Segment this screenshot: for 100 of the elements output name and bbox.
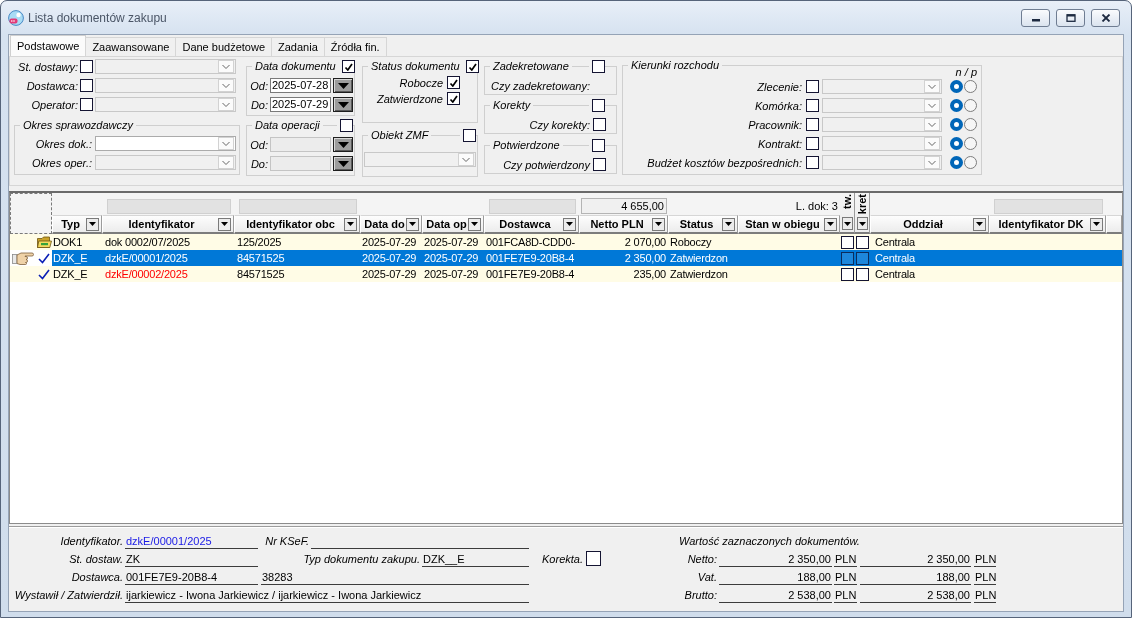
column-menu-button[interactable]: [86, 217, 99, 231]
column-menu-button[interactable]: [973, 217, 986, 231]
group-title: Potwierdzone: [490, 139, 563, 152]
filter-field[interactable]: [994, 199, 1103, 214]
table-cell-text: Zatwierdzon: [669, 251, 729, 266]
checkbox[interactable]: [593, 118, 606, 131]
field-label: Netto:: [687, 553, 717, 567]
table-cell-text: Roboczy: [669, 235, 713, 250]
filter-field[interactable]: [107, 199, 231, 214]
column-header[interactable]: Netto PLN: [579, 215, 668, 234]
folder-icon: [36, 236, 52, 248]
field-label: Brutto:: [684, 589, 717, 603]
checkbox[interactable]: [586, 551, 601, 566]
column-menu-button[interactable]: [824, 217, 837, 231]
checkbox[interactable]: [592, 139, 605, 152]
field-label: Kontrakt:: [757, 137, 802, 150]
column-header[interactable]: Stan w obiegu: [738, 215, 840, 234]
checkbox[interactable]: [593, 158, 606, 171]
check-icon: [38, 268, 50, 280]
field-label: Identyfikator.: [60, 535, 123, 549]
column-header[interactable]: Oddział: [870, 215, 989, 234]
field-label: Komórka:: [754, 99, 802, 112]
table-row[interactable]: DZK_E dzkE/00002/2025 84571525 2025-07-29 2025-07-29 001FE7E9-20B8-4 235,00 Zatwierdzon Centrala: [10, 266, 1122, 282]
checkbox[interactable]: [447, 92, 460, 105]
group-title: Data operacji: [252, 119, 323, 132]
column-menu-button[interactable]: [722, 217, 735, 231]
field-label: Operator:: [31, 98, 78, 111]
column-header[interactable]: Identyfikator DK: [989, 215, 1106, 234]
column-header[interactable]: Status: [668, 215, 738, 234]
column-menu-button[interactable]: [1090, 217, 1103, 231]
triangle-down-icon: [725, 222, 732, 226]
filter-field[interactable]: [239, 199, 357, 214]
field-label: Zatwierdzone: [376, 92, 443, 105]
field-label: St. dostaw.: [69, 553, 123, 567]
filter-field[interactable]: [489, 199, 576, 214]
column-header[interactable]: Data do: [360, 215, 422, 234]
field-label: St. dostawy:: [18, 60, 78, 73]
table-row[interactable]: DOK1 dok 0002/07/2025 125/2025 2025-07-29 2025-07-29 001FCA8D-CDD0- 2 070,00 Roboczy Centrala: [10, 234, 1122, 250]
table-row[interactable]: DZK_E dzkE/00001/2025 84571525 2025-07-29 2025-07-29 001FE7E9-20B8-4 2 350,00 Zatwierdzon Centrala: [10, 250, 1122, 266]
checkbox[interactable]: [841, 251, 854, 265]
column-header[interactable]: Typ: [52, 215, 102, 234]
date-field[interactable]: 2025-07-28: [270, 78, 331, 93]
checkbox[interactable]: [841, 267, 854, 281]
column-menu-button[interactable]: [856, 217, 868, 230]
column-header[interactable]: Identyfikator obc: [234, 215, 360, 234]
date-picker-button[interactable]: [333, 137, 353, 152]
group-title: Korekty: [490, 99, 534, 112]
date-picker-button[interactable]: [333, 97, 353, 112]
chevron-down-icon: [218, 79, 234, 92]
checkbox[interactable]: [841, 235, 854, 249]
field-label: Od:: [250, 138, 268, 151]
checkbox[interactable]: [340, 119, 353, 132]
triangle-down-icon: [347, 222, 354, 226]
column-menu-button[interactable]: [563, 217, 576, 231]
table-cell-text: dzkE/00001/2025: [104, 251, 189, 266]
field-label: Dostawca:: [26, 79, 78, 92]
column-menu-button[interactable]: [652, 217, 665, 231]
tab[interactable]: Źródła fin.: [323, 37, 387, 56]
value-field: 2 350,00: [860, 551, 971, 567]
column-header[interactable]: tw.: [840, 193, 855, 234]
column-header[interactable]: Identyfikator: [102, 215, 234, 234]
value-field: ijarkiewicz - Iwona Jarkiewicz / ijarkiewicz - Iwona Jarkiewicz: [125, 587, 529, 603]
column-header[interactable]: kret: [855, 193, 870, 234]
checkbox[interactable]: [856, 251, 869, 265]
value-field: 2 350,00: [719, 551, 832, 567]
value-field: 38283: [261, 569, 529, 585]
table-cell-text: DOK1: [52, 235, 84, 250]
close-button[interactable]: [1091, 8, 1120, 27]
table-cell-text: 2025-07-29: [423, 267, 480, 282]
checkbox[interactable]: [592, 99, 605, 112]
triangle-down-icon: [471, 222, 478, 226]
column-menu-button[interactable]: [841, 217, 853, 230]
currency-field: PLN: [834, 587, 857, 603]
column-menu-button[interactable]: [406, 217, 419, 231]
column-header[interactable]: Dostawca: [484, 215, 579, 234]
date-field[interactable]: 2025-07-29: [270, 97, 331, 112]
chevron-down-icon: [458, 153, 474, 166]
maximize-button[interactable]: [1056, 8, 1085, 27]
chevron-down-icon: [218, 60, 234, 73]
checkbox[interactable]: [856, 267, 869, 281]
checkbox[interactable]: [856, 235, 869, 249]
dropdown-field[interactable]: [95, 136, 236, 151]
date-picker-button[interactable]: [333, 156, 353, 171]
checkbox[interactable]: [341, 60, 355, 73]
column-menu-button[interactable]: [218, 217, 231, 231]
identifier-link[interactable]: dzkE/00001/2025: [125, 533, 258, 549]
checkbox[interactable]: [447, 76, 460, 89]
checkbox[interactable]: [465, 60, 479, 73]
tab[interactable]: Podstawowe: [10, 35, 87, 56]
triangle-down-icon: [337, 101, 349, 108]
column-header[interactable]: [1106, 215, 1122, 234]
column-header[interactable]: Data op: [422, 215, 484, 234]
tab[interactable]: Zaawansowane: [85, 37, 177, 56]
field-label: Czy potwierdzony: [503, 158, 590, 171]
column-menu-button[interactable]: [468, 217, 481, 231]
column-menu-button[interactable]: [344, 217, 357, 231]
triangle-down-icon: [337, 160, 349, 167]
date-picker-button[interactable]: [333, 78, 353, 93]
minimize-button[interactable]: [1021, 8, 1050, 27]
checkbox[interactable]: [592, 60, 605, 73]
